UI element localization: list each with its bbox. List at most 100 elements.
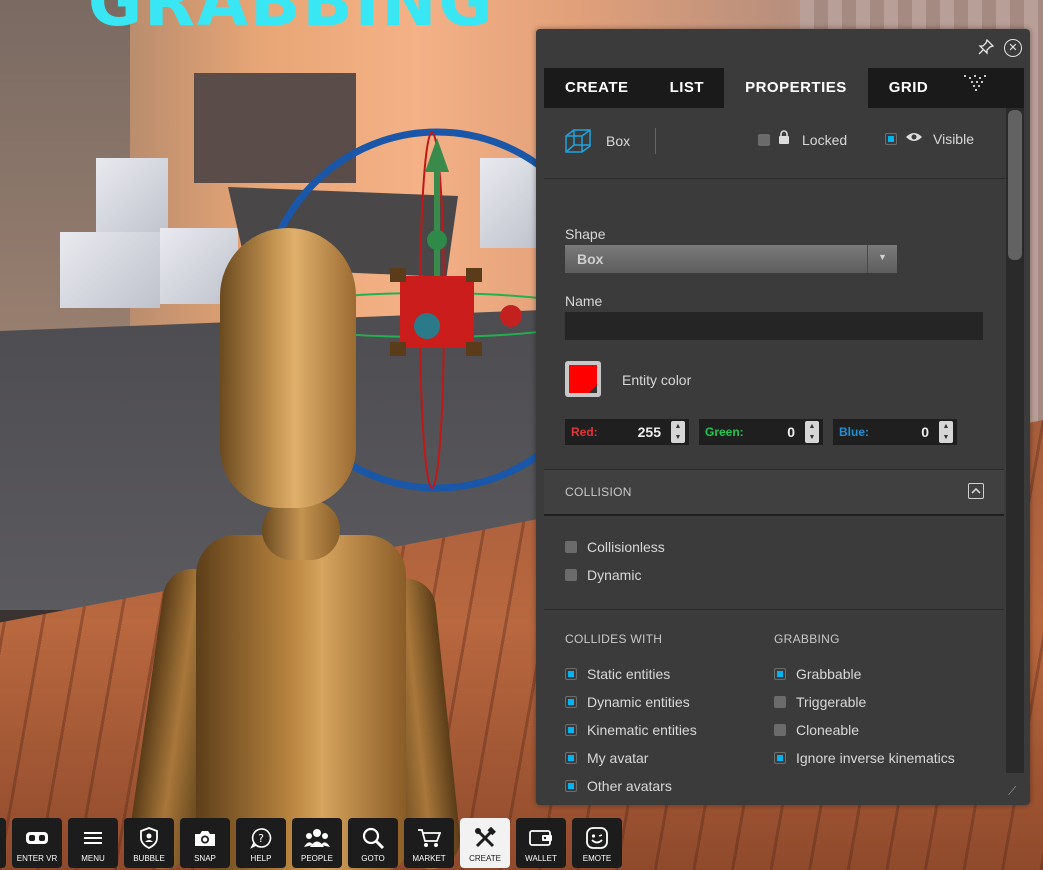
- collisionless-label: Collisionless: [587, 539, 665, 555]
- bubble-button[interactable]: BUBBLE: [124, 818, 174, 868]
- emote-icon: [586, 825, 608, 851]
- red-stepper[interactable]: ▲ ▼: [671, 421, 685, 443]
- arrow-up-icon[interactable]: ▲: [671, 421, 685, 432]
- locked-toggle[interactable]: Locked: [758, 130, 847, 149]
- blue-spinner[interactable]: Blue: 0 ▲ ▼: [833, 419, 957, 445]
- collides-static-checkbox[interactable]: [565, 668, 577, 680]
- emote-button[interactable]: EMOTE: [572, 818, 622, 868]
- particles-icon: [962, 68, 988, 108]
- collisionless-option[interactable]: Collisionless: [565, 539, 665, 555]
- market-button[interactable]: MARKET: [404, 818, 454, 868]
- collides-other-avatars-checkbox[interactable]: [565, 780, 577, 792]
- bubble-label: BUBBLE: [133, 854, 165, 863]
- collides-dynamic-checkbox[interactable]: [565, 696, 577, 708]
- goto-button[interactable]: GOTO: [348, 818, 398, 868]
- collides-kinematic-option[interactable]: Kinematic entities: [565, 722, 697, 738]
- tab-particles[interactable]: [949, 68, 1001, 108]
- color-swatch-corner: [589, 385, 597, 393]
- scrollbar-thumb[interactable]: [1008, 110, 1022, 260]
- collides-my-avatar-checkbox[interactable]: [565, 752, 577, 764]
- tab-bar: CREATE LIST PROPERTIES GRID: [544, 68, 1024, 108]
- shape-select-value: Box: [577, 251, 604, 267]
- red-value[interactable]: 255: [638, 424, 661, 440]
- name-input[interactable]: [565, 312, 983, 340]
- help-icon: ?: [250, 825, 272, 851]
- collisionless-checkbox[interactable]: [565, 541, 577, 553]
- svg-text:?: ?: [258, 832, 264, 845]
- red-spinner[interactable]: Red: 255 ▲ ▼: [565, 419, 689, 445]
- people-icon: [304, 825, 330, 851]
- cloneable-label: Cloneable: [796, 722, 860, 738]
- properties-content[interactable]: Box Locked Visible Shape Box ▼ Name Enti…: [544, 108, 1006, 805]
- panel-scrollbar[interactable]: [1006, 108, 1024, 773]
- visible-label: Visible: [933, 131, 974, 147]
- shield-icon: [140, 825, 158, 851]
- triggerable-checkbox[interactable]: [774, 696, 786, 708]
- mannequin-neck: [262, 500, 340, 560]
- green-value[interactable]: 0: [787, 424, 795, 440]
- goto-label: GOTO: [361, 854, 385, 863]
- entity-color-swatch[interactable]: [565, 361, 601, 397]
- people-button[interactable]: PEOPLE: [292, 818, 342, 868]
- tab-list[interactable]: LIST: [650, 68, 725, 108]
- shape-select[interactable]: Box ▼: [565, 245, 897, 273]
- collides-with-header: COLLIDES WITH: [565, 632, 663, 646]
- camera-icon: [194, 825, 216, 851]
- name-label: Name: [565, 293, 603, 309]
- enter-vr-label: ENTER VR: [16, 854, 58, 863]
- close-icon[interactable]: ✕: [1004, 39, 1022, 57]
- enter-vr-button[interactable]: ENTER VR: [12, 818, 62, 868]
- cart-icon: [417, 825, 441, 851]
- menu-button[interactable]: MENU: [68, 818, 118, 868]
- ignore-ik-checkbox[interactable]: [774, 752, 786, 764]
- properties-panel: ✕ CREATE LIST PROPERTIES GRID Box Locked…: [536, 29, 1030, 805]
- help-button[interactable]: ? HELP: [236, 818, 286, 868]
- arrow-up-icon[interactable]: ▲: [939, 421, 953, 432]
- collides-static-option[interactable]: Static entities: [565, 666, 670, 682]
- locked-checkbox[interactable]: [758, 133, 770, 146]
- arrow-down-icon[interactable]: ▼: [805, 432, 819, 443]
- collides-dynamic-option[interactable]: Dynamic entities: [565, 694, 690, 710]
- dynamic-checkbox[interactable]: [565, 569, 577, 581]
- section-divider: [544, 609, 1004, 610]
- search-icon: [362, 825, 384, 851]
- chevron-down-icon: ▼: [878, 252, 887, 262]
- market-label: MARKET: [412, 854, 446, 863]
- arrow-down-icon[interactable]: ▼: [671, 432, 685, 443]
- resize-grip-icon[interactable]: ⟋: [1008, 784, 1022, 798]
- grabbing-header: GRABBING: [774, 632, 840, 646]
- dynamic-option[interactable]: Dynamic: [565, 567, 641, 583]
- tab-properties[interactable]: PROPERTIES: [724, 68, 868, 108]
- arrow-up-icon[interactable]: ▲: [805, 421, 819, 432]
- select-divider: [867, 245, 868, 273]
- cloneable-checkbox[interactable]: [774, 724, 786, 736]
- snap-label: SNAP: [194, 854, 216, 863]
- green-stepper[interactable]: ▲ ▼: [805, 421, 819, 443]
- visible-toggle[interactable]: Visible: [885, 130, 974, 148]
- create-label: CREATE: [469, 854, 501, 863]
- wallet-button[interactable]: WALLET: [516, 818, 566, 868]
- menu-label: MENU: [81, 854, 105, 863]
- grabbable-checkbox[interactable]: [774, 668, 786, 680]
- tab-create[interactable]: CREATE: [544, 68, 650, 108]
- collapse-icon[interactable]: [968, 483, 984, 499]
- collision-section-header[interactable]: COLLISION: [544, 469, 1004, 516]
- snap-button[interactable]: SNAP: [180, 818, 230, 868]
- cloneable-option[interactable]: Cloneable: [774, 722, 859, 738]
- collides-kinematic-checkbox[interactable]: [565, 724, 577, 736]
- blue-value[interactable]: 0: [921, 424, 929, 440]
- create-button[interactable]: CREATE: [460, 818, 510, 868]
- collides-other-avatars-option[interactable]: Other avatars: [565, 778, 672, 794]
- collides-my-avatar-option[interactable]: My avatar: [565, 750, 648, 766]
- ignore-ik-option[interactable]: Ignore inverse kinematics: [774, 750, 955, 766]
- blue-stepper[interactable]: ▲ ▼: [939, 421, 953, 443]
- pin-icon[interactable]: [977, 38, 995, 57]
- grabbable-option[interactable]: Grabbable: [774, 666, 861, 682]
- collides-other-avatars-label: Other avatars: [587, 778, 672, 794]
- collides-static-label: Static entities: [587, 666, 671, 682]
- tab-grid[interactable]: GRID: [868, 68, 950, 108]
- triggerable-option[interactable]: Triggerable: [774, 694, 866, 710]
- green-spinner[interactable]: Green: 0 ▲ ▼: [699, 419, 823, 445]
- arrow-down-icon[interactable]: ▼: [939, 432, 953, 443]
- visible-checkbox[interactable]: [885, 133, 897, 145]
